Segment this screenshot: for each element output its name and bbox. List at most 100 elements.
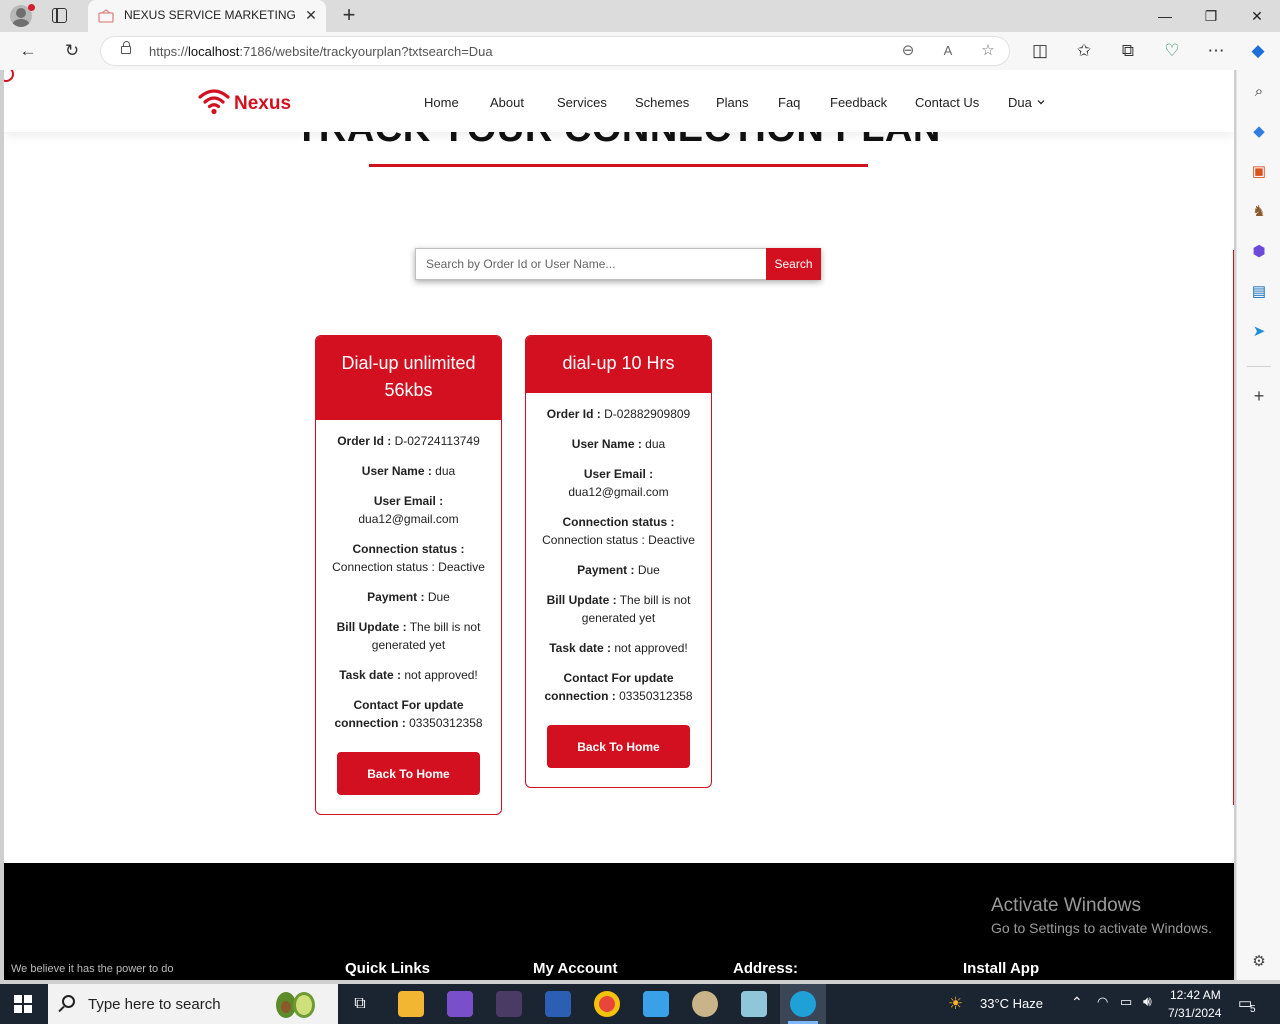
games-icon[interactable]: ♞ (1249, 202, 1269, 222)
back-to-home-button[interactable]: Back To Home (547, 725, 690, 768)
settings-gear-icon[interactable]: ⚙ (1249, 952, 1269, 972)
back-arrow-icon[interactable]: ← (16, 39, 40, 63)
tools-icon[interactable]: ▣ (1249, 162, 1269, 182)
clock-date[interactable]: 7/31/2024 (1168, 1006, 1221, 1020)
search-input[interactable] (415, 248, 766, 280)
edge-icon[interactable] (790, 991, 816, 1017)
page-scrollbar[interactable] (1233, 250, 1234, 805)
weather-text[interactable]: 33°C Haze (980, 996, 1043, 1011)
avocado-icon (276, 992, 315, 1018)
contact-row: Contact For update connection : 03350312… (334, 698, 483, 730)
nav-about[interactable]: About (490, 95, 524, 110)
shopping-icon[interactable]: ◆ (1249, 122, 1269, 142)
activate-windows-subtitle: Go to Settings to activate Windows. (991, 920, 1212, 936)
notepad-icon[interactable] (741, 991, 767, 1017)
user-email-row: User Email : dua12@gmail.com (568, 467, 669, 499)
refresh-icon[interactable]: ↻ (60, 39, 84, 63)
windows-taskbar: Type here to search ⧉ ☀ 33°C Haze ⌃ ◠ ▭ … (0, 984, 1280, 1024)
wifi-icon (198, 89, 230, 115)
windows-start-icon[interactable] (14, 995, 32, 1013)
activate-windows-title: Activate Windows (991, 895, 1141, 916)
nav-user-dropdown[interactable]: Dua (1008, 95, 1032, 110)
chrome-icon[interactable] (594, 991, 620, 1017)
footer-address-heading: Address: (733, 960, 799, 977)
tab-favicon-icon (98, 9, 114, 23)
connection-status-row: Connection status : Connection status : D… (542, 515, 695, 547)
add-icon[interactable]: + (1249, 386, 1269, 406)
microsoft365-icon[interactable]: ⬢ (1249, 242, 1269, 262)
tab-close-icon[interactable]: ✕ (302, 6, 320, 24)
browser-tab-strip: NEXUS SERVICE MARKETING SYS ✕ + — ❐ ✕ (0, 0, 1280, 32)
search-form: Search (415, 248, 821, 280)
user-email-row: User Email : dua12@gmail.com (358, 494, 459, 526)
bill-update-row: Bill Update : The bill is not generated … (546, 593, 691, 625)
more-menu-icon[interactable]: ⋯ (1204, 39, 1228, 63)
plan-card: dial-up 10 Hrs Order Id : D-02882909809 … (525, 335, 712, 788)
outlook-icon[interactable]: ▤ (1249, 282, 1269, 302)
payment-row: Payment : Due (367, 590, 450, 604)
nav-schemes[interactable]: Schemes (635, 95, 689, 110)
tab-actions-icon[interactable] (52, 8, 67, 23)
volume-icon[interactable]: 🔊︎ (1143, 993, 1152, 1010)
site-footer: We believe it has the power to do Quick … (4, 863, 1234, 980)
photos-icon[interactable] (643, 991, 669, 1017)
search-icon (62, 995, 75, 1008)
word-icon[interactable] (545, 991, 571, 1017)
order-id-row: Order Id : D-02882909809 (546, 407, 691, 421)
page-viewport: TRACK YOUR CONNECTION PLAN Nexus Home Ab… (4, 70, 1234, 980)
task-date-row: Task date : not approved! (549, 641, 688, 655)
task-date-row: Task date : not approved! (339, 668, 478, 682)
read-aloud-icon[interactable]: A (937, 40, 959, 62)
search-button[interactable]: Search (766, 248, 821, 280)
weather-sun-icon[interactable]: ☀ (948, 994, 963, 1014)
nav-plans[interactable]: Plans (716, 95, 749, 110)
taskbar-search-placeholder: Type here to search (88, 996, 221, 1013)
edge-sidebar: ⌕ ◆ ▣ ♞ ⬢ ▤ ➤ + ⚙ (1236, 70, 1280, 980)
plan-title: Dial-up unlimited 56kbs (316, 336, 501, 420)
brand-logo[interactable]: Nexus (197, 87, 297, 117)
favorites-icon[interactable]: ✩ (1072, 39, 1096, 63)
address-bar[interactable]: https://localhost:7186/website/trackyour… (100, 36, 1010, 66)
copilot-icon[interactable]: ◆ (1246, 39, 1270, 63)
order-id-row: Order Id : D-02724113749 (337, 434, 480, 448)
search-icon[interactable]: ⌕ (1249, 82, 1269, 102)
collections-icon[interactable]: ⧉ (1116, 39, 1140, 63)
nav-home[interactable]: Home (424, 95, 459, 110)
lock-icon[interactable] (121, 41, 131, 54)
restore-icon[interactable]: ❐ (1196, 4, 1226, 28)
split-screen-icon[interactable]: ◫ (1028, 39, 1052, 63)
nav-contact-us[interactable]: Contact Us (915, 95, 979, 110)
nav-faq[interactable]: Faq (778, 95, 800, 110)
profile-notification-dot (28, 4, 35, 11)
chevron-up-icon[interactable]: ⌃ (1071, 994, 1083, 1011)
clock-time[interactable]: 12:42 AM (1170, 988, 1221, 1002)
battery-icon[interactable]: ▭ (1120, 994, 1132, 1010)
browser-tab[interactable]: NEXUS SERVICE MARKETING SYS ✕ (88, 0, 326, 32)
file-explorer-icon[interactable] (398, 991, 424, 1017)
new-tab-icon[interactable]: + (338, 4, 360, 26)
back-to-home-button[interactable]: Back To Home (337, 752, 480, 795)
plan-card: Dial-up unlimited 56kbs Order Id : D-027… (315, 335, 502, 815)
terminal-icon[interactable] (496, 991, 522, 1017)
wifi-tray-icon[interactable]: ◠ (1097, 994, 1108, 1010)
site-navbar: Nexus Home About Services Schemes Plans … (4, 70, 1234, 132)
paint-icon[interactable] (692, 991, 718, 1017)
chevron-down-icon[interactable] (1037, 97, 1045, 105)
task-view-icon[interactable]: ⧉ (347, 991, 373, 1017)
nav-services[interactable]: Services (557, 95, 607, 110)
plan-title: dial-up 10 Hrs (526, 336, 711, 393)
drop-icon[interactable]: ➤ (1249, 322, 1269, 342)
favorite-star-icon[interactable]: ☆ (977, 40, 999, 62)
visual-studio-icon[interactable] (447, 991, 473, 1017)
window-close-icon[interactable]: ✕ (1242, 4, 1272, 28)
browser-toolbar: ← ↻ https://localhost:7186/website/track… (0, 32, 1280, 70)
url-text[interactable]: https://localhost:7186/website/trackyour… (149, 44, 493, 59)
minimize-icon[interactable]: — (1150, 4, 1180, 28)
connection-status-row: Connection status : Connection status : D… (332, 542, 485, 574)
taskbar-search-box[interactable]: Type here to search (48, 984, 338, 1024)
browser-essentials-icon[interactable]: ♡ (1160, 39, 1184, 63)
tab-title: NEXUS SERVICE MARKETING SYS (124, 8, 296, 22)
footer-my-account-heading: My Account (533, 960, 618, 977)
zoom-icon[interactable]: ⊖ (897, 40, 919, 62)
nav-feedback[interactable]: Feedback (830, 95, 887, 110)
